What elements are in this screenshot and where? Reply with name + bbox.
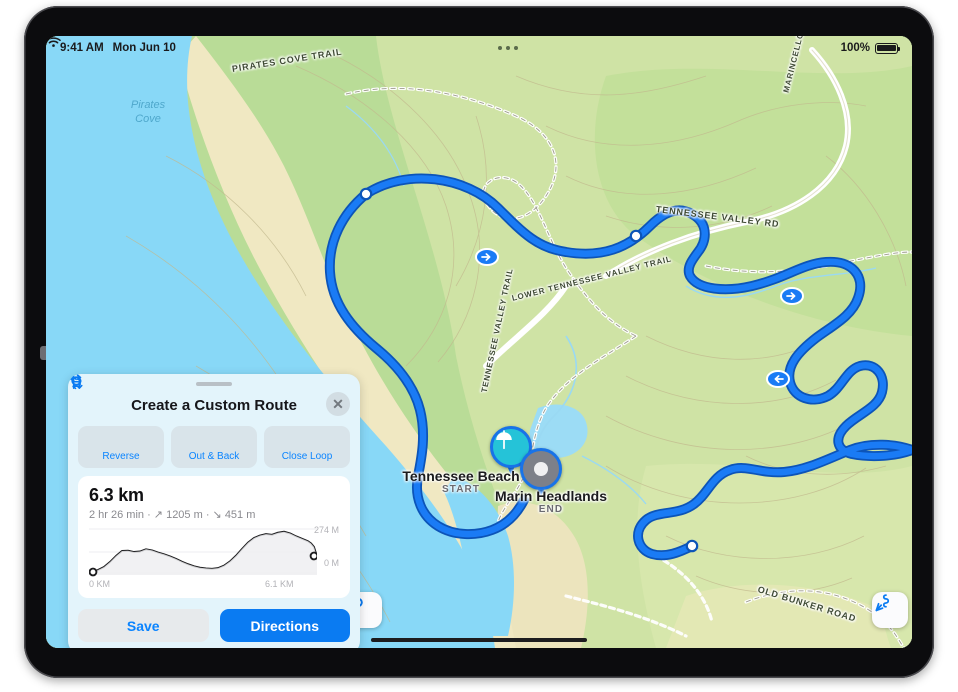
- panel-title: Create a Custom Route: [131, 396, 297, 414]
- route-options-button[interactable]: [872, 592, 908, 628]
- route-trail-icon: [875, 594, 890, 612]
- panel-footer-buttons: Save Directions: [78, 609, 350, 642]
- elevation-y-max: 274 M: [313, 525, 339, 535]
- custom-route-panel: Create a Custom Route ✕ Reverse Out & Ba…: [68, 374, 360, 648]
- elevation-x-max: 6.1 KM: [265, 579, 294, 589]
- out-and-back-label: Out & Back: [188, 450, 240, 462]
- route-meta: 2 hr 26 min · ↗ 1205 m · ↘ 451 m: [89, 509, 256, 521]
- pin-center-dot: [534, 462, 548, 476]
- map-canvas[interactable]: PIRATES COVE TRAIL TENNESSEE VALLEY RD L…: [46, 36, 912, 648]
- home-indicator[interactable]: [371, 637, 587, 642]
- route-action-buttons: Reverse Out & Back Close Loop: [70, 374, 350, 468]
- screenshot-root: PIRATES COVE TRAIL TENNESSEE VALLEY RD L…: [0, 0, 958, 692]
- elevation-x-min: 0 KM: [89, 579, 111, 589]
- panel-drag-handle[interactable]: [196, 382, 232, 386]
- close-button[interactable]: ✕: [326, 392, 350, 416]
- elevation-start-marker: [89, 567, 98, 577]
- directions-button[interactable]: Directions: [219, 609, 350, 642]
- close-loop-label: Close Loop: [281, 450, 333, 462]
- elevation-chart: 274 M 0 M 0 KM 6.1 KM: [89, 525, 339, 591]
- reverse-button[interactable]: Reverse: [70, 376, 164, 468]
- route-distance: 6.3 km: [89, 485, 144, 505]
- save-button[interactable]: Save: [78, 609, 209, 642]
- reverse-label: Reverse: [102, 450, 140, 462]
- elevation-profile-svg: [89, 528, 317, 577]
- close-loop-button[interactable]: Close Loop: [71, 374, 350, 468]
- panel-header: Create a Custom Route ✕: [78, 392, 350, 418]
- elevation-y-min: 0 M: [323, 558, 339, 568]
- destination-dot-icon: [520, 448, 562, 490]
- out-and-back-button[interactable]: Out & Back: [72, 374, 257, 468]
- elevation-end-marker: [309, 551, 317, 561]
- ipad-screen: PIRATES COVE TRAIL TENNESSEE VALLEY RD L…: [46, 36, 912, 648]
- end-pin[interactable]: [520, 448, 562, 500]
- ipad-device-frame: PIRATES COVE TRAIL TENNESSEE VALLEY RD L…: [24, 6, 934, 678]
- route-summary-panel: 6.3 km 2 hr 26 min · ↗ 1205 m · ↘ 451 m: [78, 476, 350, 598]
